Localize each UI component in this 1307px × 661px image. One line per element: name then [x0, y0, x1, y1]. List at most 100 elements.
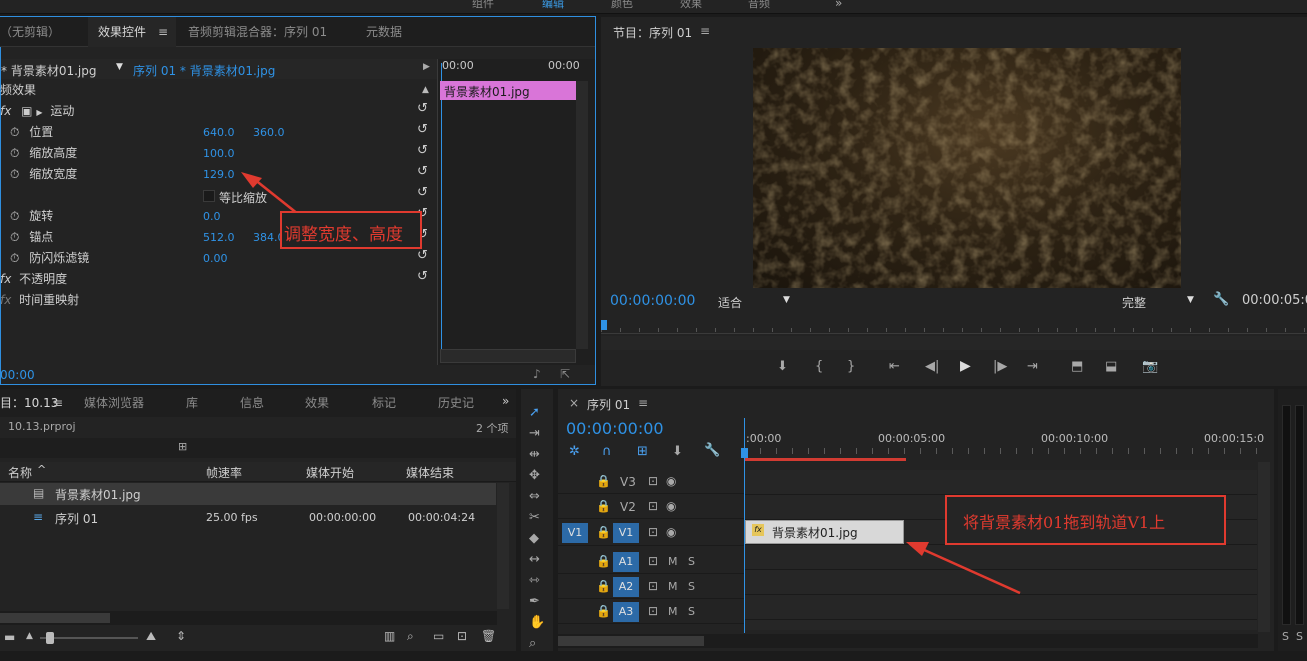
tab-markers[interactable]: 标记 [372, 389, 396, 417]
zoom-small-icon[interactable]: ▲ [26, 631, 33, 641]
reset-icon[interactable]: ↺ [417, 185, 428, 200]
sync-lock-icon[interactable]: ⊡ [648, 579, 658, 593]
timeline-ruler[interactable]: :00:00 00:00:05:00 00:00:10:00 00:00:15:… [744, 428, 1264, 462]
reset-icon[interactable]: ↺ [417, 122, 428, 137]
selection-tool-icon[interactable]: ➚ [529, 406, 540, 420]
trash-icon[interactable]: 🗑 [481, 629, 496, 643]
sync-lock-icon[interactable]: ⊡ [648, 604, 658, 618]
col-media-start[interactable]: 媒体开始 [306, 464, 354, 481]
project-row[interactable]: ≡ 序列 01 25.00 fps 00:00:00:00 00:00:04:2… [0, 507, 496, 529]
sync-lock-icon[interactable]: ⊡ [648, 499, 658, 513]
stopwatch-icon[interactable]: ⏱ [10, 209, 19, 223]
wrench-icon[interactable]: 🔧 [704, 444, 720, 458]
lock-icon[interactable]: 🔒 [596, 579, 611, 593]
close-tab-icon[interactable]: × [569, 396, 579, 410]
workspace-tab-editing[interactable]: 编辑 [542, 0, 564, 11]
find-icon[interactable]: ⌕ [407, 629, 414, 644]
rotation-value[interactable]: 0.0 [203, 210, 221, 223]
mute-button[interactable]: M [668, 555, 678, 568]
stopwatch-icon[interactable]: ⏱ [10, 230, 19, 244]
scale-width-value[interactable]: 129.0 [203, 168, 235, 181]
sequence-clip-name[interactable]: 序列 01 * 背景素材01.jpg [133, 62, 275, 79]
master-clip-name[interactable]: * 背景素材01.jpg [1, 62, 96, 79]
fx-badge-icon[interactable]: fx [0, 104, 11, 118]
lock-icon[interactable]: 🔒 [596, 474, 611, 488]
add-marker-icon[interactable]: ⬇ [672, 445, 683, 459]
prop-position[interactable]: ⏱ 位置 [10, 122, 53, 142]
fit-select[interactable]: 适合 [718, 294, 742, 311]
play-audio-icon[interactable]: ♪ [533, 367, 541, 381]
stopwatch-icon[interactable]: ⏱ [10, 125, 19, 139]
effect-timecode[interactable]: 00:00 [0, 368, 35, 382]
razor-tool-icon[interactable]: ✂ [529, 511, 540, 525]
expand-right-icon[interactable]: ▶ [423, 62, 430, 72]
mute-button[interactable]: M [668, 580, 678, 593]
new-item-icon[interactable]: ⊡ [457, 629, 467, 643]
program-zoom-bar[interactable] [601, 336, 1307, 350]
stopwatch-icon[interactable]: ⏱ [10, 146, 19, 160]
stopwatch-icon[interactable]: ⏱ [10, 251, 19, 265]
prop-rotation[interactable]: ⏱ 旋转 [10, 206, 53, 226]
prop-scale-width[interactable]: ⏱ 缩放宽度 [10, 164, 77, 184]
timeline-vscroll[interactable] [1258, 462, 1270, 632]
position-y-value[interactable]: 360.0 [253, 126, 285, 139]
panel-menu-icon[interactable]: ≡ [638, 396, 648, 410]
tab-metadata[interactable]: 元数据 [366, 17, 402, 47]
add-marker-icon[interactable]: ⬇ [777, 360, 788, 374]
eye-icon[interactable]: ◉ [666, 499, 676, 513]
zoom-slider[interactable] [40, 632, 138, 644]
lock-icon[interactable]: 🔒 [596, 525, 611, 539]
workspace-overflow-icon[interactable]: » [835, 0, 842, 10]
go-to-in-icon[interactable]: ⇤ [889, 360, 900, 374]
solo-button[interactable]: S [688, 555, 695, 568]
reset-icon[interactable]: ↺ [417, 101, 428, 116]
motion-effect-row[interactable]: fx ▣ ▶ 运动 [0, 101, 74, 121]
tab-history[interactable]: 历史记 [438, 389, 474, 417]
program-timecode[interactable]: 00:00:00:00 [610, 293, 695, 309]
new-bin-search-icon[interactable]: ⊞ [178, 440, 187, 453]
expand-arrow-icon[interactable]: ▶ [36, 108, 42, 117]
col-name[interactable]: 名称 [8, 464, 32, 481]
quality-select[interactable]: 完整 [1122, 294, 1146, 311]
prop-anchor[interactable]: ⏱ 锚点 [10, 227, 53, 247]
wrench-icon[interactable]: 🔧 [1213, 292, 1229, 307]
uniform-scale-checkbox[interactable] [203, 190, 215, 202]
reset-icon[interactable]: ↺ [417, 269, 428, 284]
sync-lock-icon[interactable]: ⊡ [648, 474, 658, 488]
project-hscroll[interactable] [0, 611, 497, 625]
tab-no-clip[interactable]: （无剪辑） [0, 17, 60, 47]
track-select-tool-icon[interactable]: ⇥ [529, 427, 540, 441]
export-icon[interactable]: ⇱ [560, 367, 570, 381]
mini-playhead[interactable] [441, 63, 442, 353]
tab-info[interactable]: 信息 [240, 389, 264, 417]
automate-icon[interactable]: ▥ [384, 629, 395, 643]
col-fps[interactable]: 帧速率 [206, 464, 242, 481]
tab-menu-icon[interactable]: ≡ [158, 25, 168, 39]
workspace-tab-assembly[interactable]: 组件 [472, 0, 494, 11]
mute-button[interactable]: M [668, 605, 678, 618]
lock-icon[interactable]: 🔒 [596, 604, 611, 618]
mini-vscroll[interactable] [576, 81, 588, 349]
track-target-v1[interactable]: V1 [613, 523, 639, 543]
anti-flicker-value[interactable]: 0.00 [203, 252, 228, 265]
mini-hscroll[interactable] [440, 349, 576, 363]
reset-icon[interactable]: ↺ [417, 164, 428, 179]
zoom-slider-thumb[interactable] [46, 632, 54, 644]
tab-effect-controls[interactable]: 效果控件 [98, 17, 146, 47]
mark-out-icon[interactable]: } [847, 360, 855, 374]
pen-tool-icon[interactable]: ✒ [529, 595, 540, 609]
reset-icon[interactable]: ↺ [417, 248, 428, 263]
mark-in-icon[interactable]: { [815, 360, 823, 374]
timeline-hscroll[interactable] [558, 634, 1258, 648]
sort-icon[interactable]: ⇕ [176, 629, 186, 643]
camera-icon[interactable]: 📷 [1142, 360, 1158, 374]
source-patch-v1[interactable]: V1 [562, 523, 588, 543]
sort-asc-icon[interactable]: ^ [37, 463, 46, 476]
zoom-tool-icon[interactable]: ⌕ [529, 637, 536, 651]
workspace-tab-color[interactable]: 颜色 [611, 0, 633, 11]
reset-icon[interactable]: ↺ [417, 143, 428, 158]
nest-toggle-icon[interactable]: ✲ [569, 445, 580, 459]
hand-tool-icon[interactable]: ✋ [529, 616, 545, 630]
linked-selection-icon[interactable]: ⊞ [637, 445, 648, 459]
meter-solo-right[interactable]: S [1296, 630, 1303, 643]
